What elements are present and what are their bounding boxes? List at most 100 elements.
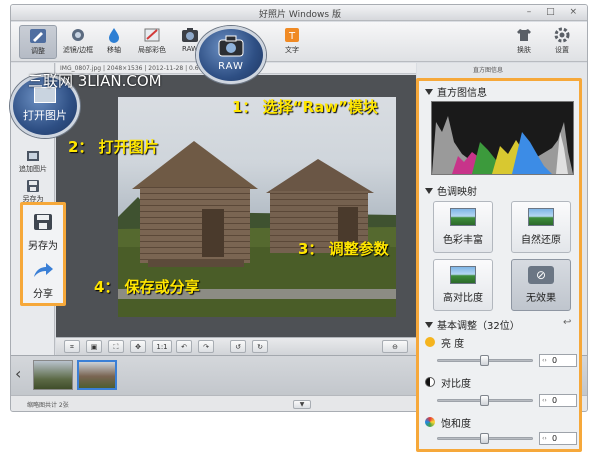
fit-button[interactable]: ▣ (86, 340, 102, 353)
contrast-icon (425, 377, 435, 387)
raw-camera-icon (182, 28, 198, 42)
stepper-arrows-icon[interactable]: ‹› (542, 433, 547, 444)
sidebar-item-label: 追加图片 (19, 165, 47, 173)
histogram-graph (432, 116, 573, 174)
collapse-triangle-icon (425, 322, 433, 328)
thumbnail-2[interactable] (77, 360, 117, 390)
brightness-value[interactable]: ‹› 0 (539, 354, 577, 367)
share-label: 分享 (33, 289, 53, 300)
tone-mapping-title-text: 色调映射 (437, 187, 477, 198)
step3-annotation: 3： 调整参数 (298, 240, 389, 258)
tool-label: 文字 (285, 46, 299, 54)
tool-label: 移轴 (107, 46, 121, 54)
brightness-slider[interactable] (437, 355, 533, 366)
histogram-adjust-panel: 直方图信息 色调映射 色彩丰富 自然还原 高对比度 ⊘ 无效果 基本调整（32位… (416, 78, 582, 452)
contrast-slider-thumb[interactable] (480, 395, 489, 406)
tool-label: 局部彩色 (138, 46, 166, 54)
collapse-triangle-icon (425, 188, 433, 194)
reset-arrow-icon[interactable]: ↩ (563, 317, 571, 328)
fullscreen-button[interactable]: ⛶ (108, 340, 124, 353)
histogram-chart (431, 101, 574, 175)
saturation-label: 饱和度 (441, 419, 471, 430)
tool-settings[interactable]: 设置 (543, 25, 581, 59)
brightness-icon (425, 337, 435, 347)
window-controls[interactable]: – □ × (527, 7, 583, 17)
basic-adjust-title[interactable]: 基本调整（32位） (425, 317, 520, 332)
landscape-icon (450, 208, 476, 226)
svg-text:T: T (288, 31, 296, 42)
saturation-value[interactable]: ‹› 0 (539, 432, 577, 445)
histogram-title-text: 直方图信息 (437, 88, 487, 99)
add-image-button[interactable]: 追加图片 (15, 149, 51, 174)
stepper-arrows-icon[interactable]: ‹› (542, 355, 547, 366)
saturation-slider[interactable] (437, 433, 533, 444)
brightness-value-text: 0 (552, 356, 558, 365)
zoom-slider[interactable]: ⊖ (382, 340, 408, 353)
saturation-slider-thumb[interactable] (480, 433, 489, 444)
contrast-value-text: 0 (552, 396, 558, 405)
save-share-panel: 另存为 分享 (20, 202, 66, 306)
tone-high-contrast-button[interactable]: 高对比度 (433, 259, 493, 311)
landscape-icon (528, 208, 554, 226)
chevron-down-icon[interactable]: ▼ (293, 400, 311, 409)
share-button[interactable]: 分享 (23, 261, 63, 300)
text-icon: T (285, 28, 299, 42)
chevron-left-icon[interactable]: ‹ (15, 364, 21, 383)
save-as-icon (27, 180, 39, 192)
skin-shirt-icon (517, 29, 531, 41)
partial-color-icon (144, 28, 160, 42)
share-arrow-icon (34, 263, 53, 277)
save-as-icon (34, 214, 52, 230)
tool-filter[interactable]: 滤镜/边框 (59, 25, 97, 59)
tone-label: 色彩丰富 (443, 235, 483, 246)
actual-size-button[interactable]: 1:1 (152, 340, 172, 353)
raw-callout: RAW (196, 26, 266, 84)
saturation-icon (425, 417, 435, 427)
tool-skin[interactable]: 换肤 (505, 25, 543, 59)
contrast-slider[interactable] (437, 395, 533, 406)
tool-tilt-shift[interactable]: 移轴 (95, 25, 133, 59)
histogram-title[interactable]: 直方图信息 (425, 84, 487, 99)
contrast-value[interactable]: ‹› 0 (539, 394, 577, 407)
rotate-left-button[interactable]: ↶ (176, 340, 192, 353)
redo-button[interactable]: ↻ (252, 340, 268, 353)
undo-button[interactable]: ↺ (230, 340, 246, 353)
sidebar-save-as-button[interactable]: 另存为 (15, 179, 51, 204)
tool-label: 调整 (31, 47, 45, 55)
tone-label: 自然还原 (521, 235, 561, 246)
rotate-right-button[interactable]: ↷ (198, 340, 214, 353)
raw-callout-label: RAW (218, 61, 244, 72)
thumbnail-1[interactable] (33, 360, 73, 390)
step1-annotation: 1： 选择“Raw”模块 (232, 98, 378, 116)
collapse-triangle-icon (425, 89, 433, 95)
tool-label: 滤镜/边框 (62, 46, 94, 54)
adjust-pencil-icon (30, 29, 46, 43)
tone-mapping-title[interactable]: 色调映射 (425, 183, 477, 198)
tone-vivid-button[interactable]: 色彩丰富 (433, 201, 493, 253)
tool-label: 设置 (555, 46, 569, 54)
tone-label: 无效果 (526, 293, 556, 304)
gear-icon (554, 27, 570, 43)
saturation-value-text: 0 (552, 434, 558, 443)
step4-annotation: 4： 保存或分享 (94, 278, 200, 296)
brightness-slider-thumb[interactable] (480, 355, 489, 366)
tool-partial-color[interactable]: 局部彩色 (133, 25, 171, 59)
add-image-icon (27, 151, 39, 161)
compare-button[interactable]: ✥ (130, 340, 146, 353)
status-text: 缩略图共计 2张 (27, 402, 69, 409)
save-as-label: 另存为 (28, 241, 58, 252)
image-toolbar: ⌗ ▣ ⛶ ✥ 1:1 ↶ ↷ ↺ ↻ ⊖ (56, 337, 416, 355)
save-as-button[interactable]: 另存为 (23, 213, 63, 252)
tilt-shift-icon (109, 28, 119, 43)
tool-text[interactable]: T 文字 (273, 25, 311, 59)
contrast-label: 对比度 (441, 379, 471, 390)
tone-natural-button[interactable]: 自然还原 (511, 201, 571, 253)
main-toolbar: 调整 滤镜/边框 移轴 局部彩色 RAW T 文字 换肤 设置 (11, 22, 587, 62)
tone-no-effect-button[interactable]: ⊘ 无效果 (511, 259, 571, 311)
basic-adjust-title-text: 基本调整（32位） (437, 321, 520, 332)
window-title: 好照片 Windows 版 (259, 10, 341, 20)
tool-adjust[interactable]: 调整 (19, 25, 57, 59)
step2-annotation: 2： 打开图片 (68, 138, 159, 156)
crop-button[interactable]: ⌗ (64, 340, 80, 353)
stepper-arrows-icon[interactable]: ‹› (542, 395, 547, 406)
